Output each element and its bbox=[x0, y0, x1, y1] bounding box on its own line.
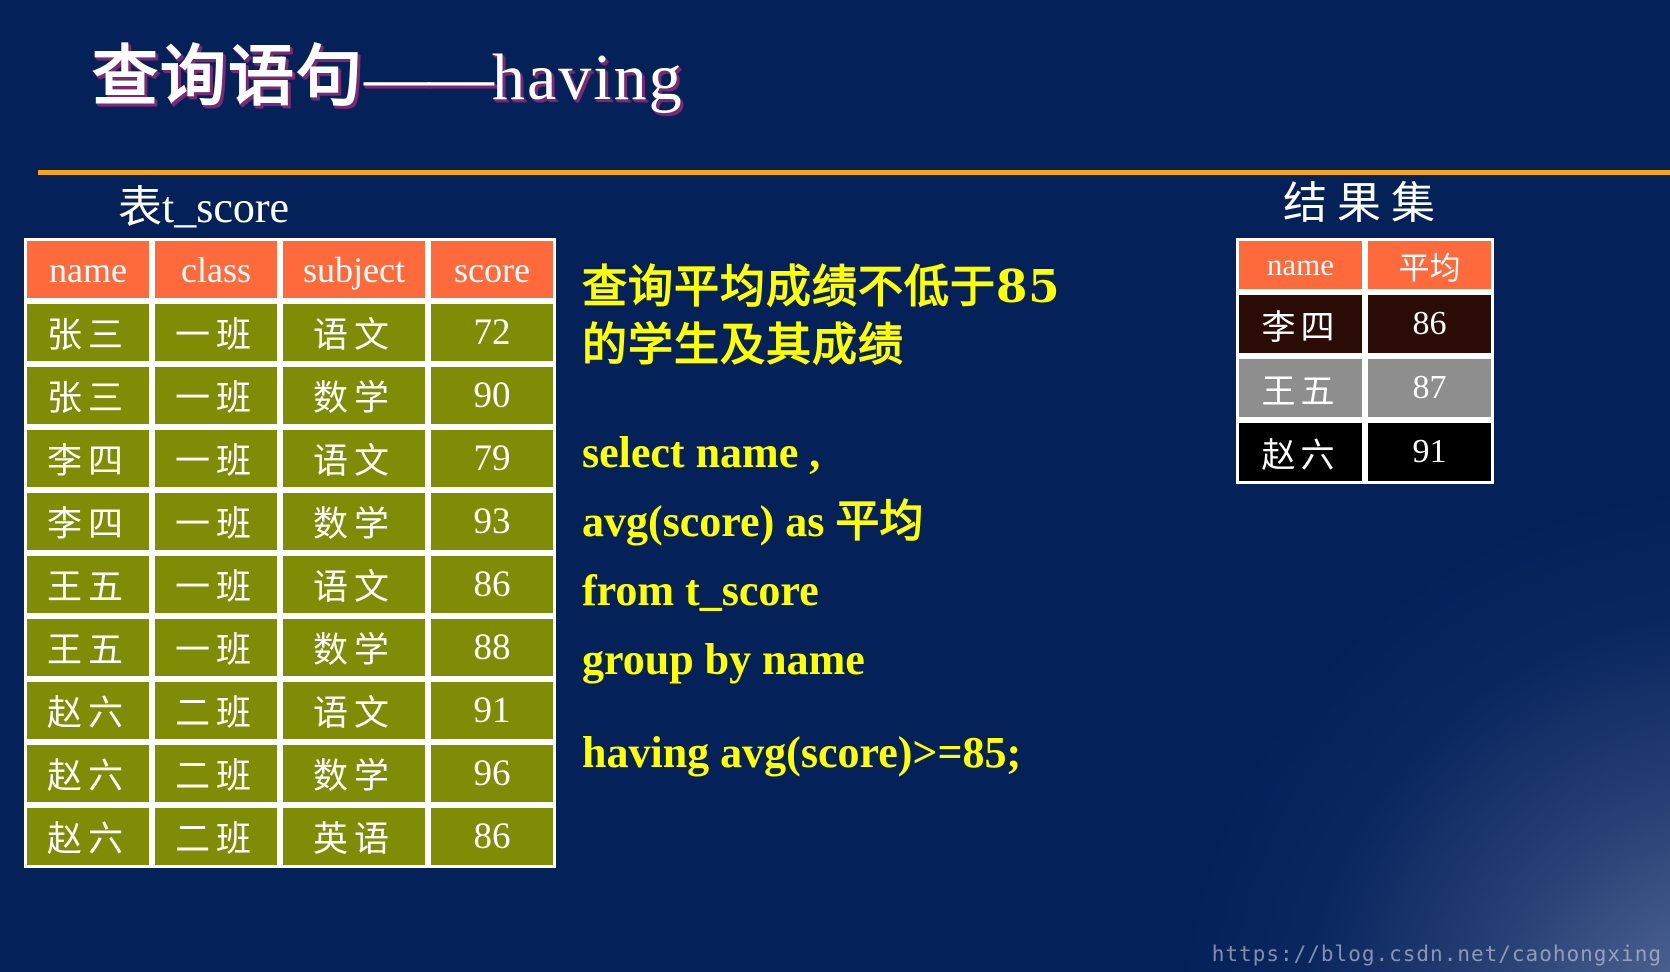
table-row: 李四 一班 语文 79 bbox=[24, 427, 556, 490]
table-row: 王五 一班 数学 88 bbox=[24, 616, 556, 679]
cell-class: 一班 bbox=[152, 364, 280, 427]
result-set-caption: 结果集 bbox=[1283, 182, 1445, 226]
sql-line-avg: avg(score) as 平均 bbox=[582, 487, 1282, 556]
cell-score: 90 bbox=[428, 364, 556, 427]
cell-score: 88 bbox=[428, 616, 556, 679]
cell-class: 二班 bbox=[152, 742, 280, 805]
watermark-url: https://blog.csdn.net/caohongxing bbox=[1211, 942, 1662, 966]
page-title: 查询语句——having bbox=[92, 41, 684, 114]
cell-score: 79 bbox=[428, 427, 556, 490]
cell-subject: 语文 bbox=[280, 553, 428, 616]
cell-class: 一班 bbox=[152, 553, 280, 616]
result-column-header-avg: 平均 bbox=[1365, 238, 1494, 292]
cell-name: 赵六 bbox=[24, 805, 152, 868]
result-row: 李四 86 bbox=[1236, 292, 1494, 356]
sql-line-group-by: group by name bbox=[582, 635, 865, 685]
cell-subject: 数学 bbox=[280, 616, 428, 679]
result-cell-avg: 91 bbox=[1365, 420, 1494, 484]
cell-score: 93 bbox=[428, 490, 556, 553]
cell-score: 91 bbox=[428, 679, 556, 742]
source-table-caption: 表t_score bbox=[118, 186, 289, 230]
prompt-line-1: 查询平均成绩不低于85 bbox=[582, 260, 1061, 313]
cell-name: 赵六 bbox=[24, 679, 152, 742]
prompt-line-2: 的学生及其成绩 bbox=[582, 317, 905, 371]
cell-name: 李四 bbox=[24, 490, 152, 553]
sql-statement: select name , avg(score) as 平均 from t_sc… bbox=[582, 418, 1282, 787]
result-cell-name: 王五 bbox=[1236, 356, 1365, 420]
cell-score: 72 bbox=[428, 301, 556, 364]
column-header-score: score bbox=[428, 238, 556, 301]
result-row: 王五 87 bbox=[1236, 356, 1494, 420]
cell-score: 96 bbox=[428, 742, 556, 805]
page-title-dash: —— bbox=[364, 41, 494, 114]
cell-subject: 英语 bbox=[280, 805, 428, 868]
cell-subject: 数学 bbox=[280, 742, 428, 805]
result-column-header-name: name bbox=[1236, 238, 1365, 292]
table-row: 赵六 二班 数学 96 bbox=[24, 742, 556, 805]
cell-subject: 数学 bbox=[280, 490, 428, 553]
column-header-subject: subject bbox=[280, 238, 428, 301]
source-data-table: name class subject score 张三 一班 语文 72 张三 … bbox=[24, 238, 556, 868]
source-table-caption-name: t_score bbox=[162, 183, 290, 232]
cell-class: 二班 bbox=[152, 679, 280, 742]
sql-line-avg-expr: avg(score) as bbox=[582, 497, 836, 547]
cell-class: 一班 bbox=[152, 616, 280, 679]
sql-line-having: having avg(score)>=85; bbox=[582, 728, 1022, 778]
cell-class: 一班 bbox=[152, 301, 280, 364]
table-row: 赵六 二班 语文 91 bbox=[24, 679, 556, 742]
result-cell-name: 李四 bbox=[1236, 292, 1365, 356]
cell-subject: 数学 bbox=[280, 364, 428, 427]
table-row: 张三 一班 语文 72 bbox=[24, 301, 556, 364]
result-set-caption-text: 结果集 bbox=[1283, 178, 1445, 229]
title-divider-rule bbox=[38, 170, 1670, 175]
sql-line-from: from t_score bbox=[582, 566, 819, 616]
cell-score: 86 bbox=[428, 805, 556, 868]
cell-subject: 语文 bbox=[280, 679, 428, 742]
column-header-class: class bbox=[152, 238, 280, 301]
cell-class: 二班 bbox=[152, 805, 280, 868]
cell-name: 张三 bbox=[24, 364, 152, 427]
cell-score: 86 bbox=[428, 553, 556, 616]
cell-name: 王五 bbox=[24, 616, 152, 679]
column-header-name: name bbox=[24, 238, 152, 301]
cell-class: 一班 bbox=[152, 490, 280, 553]
page-title-cn: 查询语句 bbox=[92, 37, 364, 115]
sql-line-select: select name , bbox=[582, 428, 821, 477]
cell-name: 赵六 bbox=[24, 742, 152, 805]
cell-subject: 语文 bbox=[280, 301, 428, 364]
result-header-row: name 平均 bbox=[1236, 238, 1494, 292]
cell-class: 一班 bbox=[152, 427, 280, 490]
cell-name: 李四 bbox=[24, 427, 152, 490]
sql-line-avg-alias: 平均 bbox=[835, 496, 924, 548]
cell-name: 张三 bbox=[24, 301, 152, 364]
result-cell-avg: 86 bbox=[1365, 292, 1494, 356]
table-row: 王五 一班 语文 86 bbox=[24, 553, 556, 616]
cell-subject: 语文 bbox=[280, 427, 428, 490]
cell-name: 王五 bbox=[24, 553, 152, 616]
table-row: 李四 一班 数学 93 bbox=[24, 490, 556, 553]
result-cell-avg: 87 bbox=[1365, 356, 1494, 420]
table-row: 赵六 二班 英语 86 bbox=[24, 805, 556, 868]
question-prompt: 查询平均成绩不低于85 的学生及其成绩 bbox=[582, 258, 1202, 373]
table-row: 张三 一班 数学 90 bbox=[24, 364, 556, 427]
slide-canvas: 查询语句——having 表t_score 结果集 name class sub… bbox=[0, 0, 1670, 972]
source-table-caption-cn: 表 bbox=[118, 182, 162, 233]
table-header-row: name class subject score bbox=[24, 238, 556, 301]
page-title-en: having bbox=[492, 41, 684, 114]
